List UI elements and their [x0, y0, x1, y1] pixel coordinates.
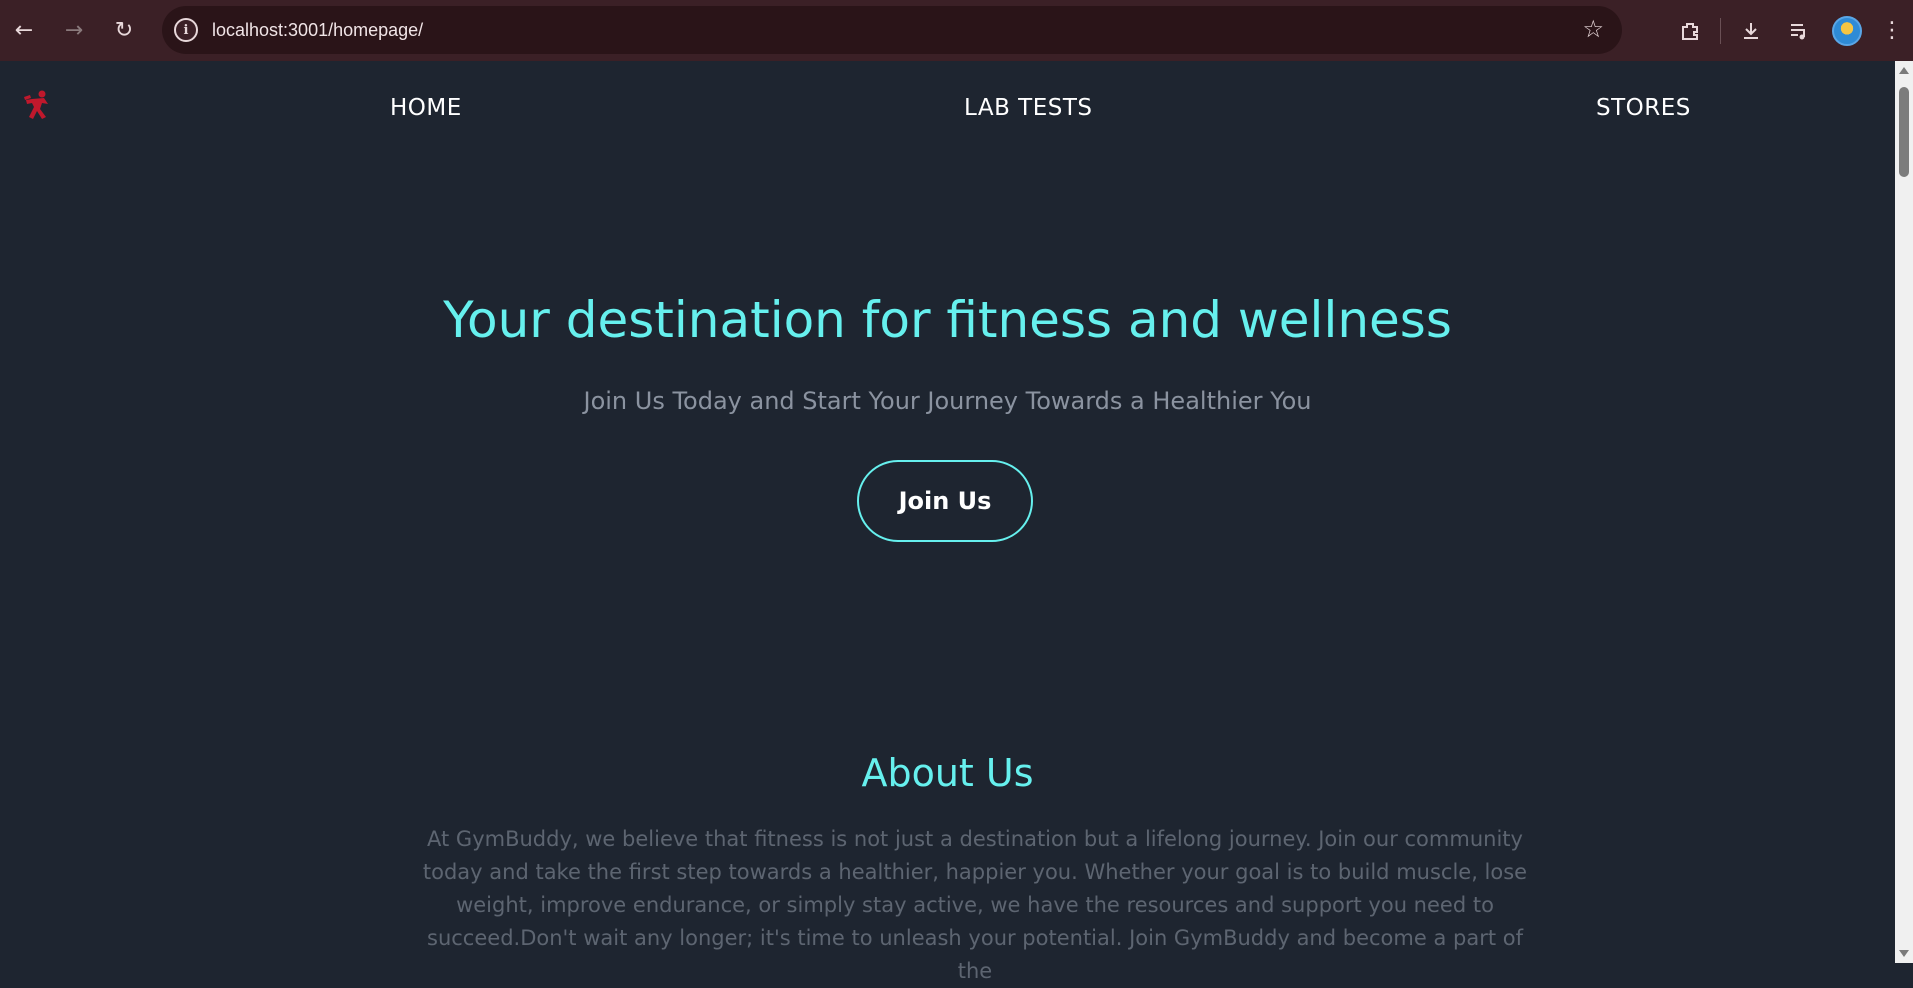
main-nav: HOME LAB TESTS STORES: [0, 95, 1895, 125]
reload-icon[interactable]: ↻: [104, 10, 144, 50]
profile-avatar-icon[interactable]: [1823, 7, 1871, 55]
hero-title: Your destination for fitness and wellnes…: [443, 291, 1452, 349]
extensions-icon[interactable]: [1666, 7, 1714, 55]
about-title: About Us: [861, 751, 1034, 795]
page-content: HOME LAB TESTS STORES Your destination f…: [0, 61, 1895, 983]
toolbar-separator: [1720, 17, 1721, 44]
bookmark-star-icon[interactable]: ☆: [1582, 15, 1604, 43]
address-bar[interactable]: i localhost:3001/homepage/ ☆: [162, 6, 1622, 54]
media-queue-icon[interactable]: [1775, 7, 1823, 55]
join-us-button[interactable]: Join Us: [857, 460, 1033, 542]
menu-kebab-icon[interactable]: ⋮: [1871, 7, 1913, 55]
back-arrow-icon[interactable]: ←: [4, 10, 44, 50]
page-scrollbar[interactable]: [1895, 61, 1913, 963]
site-info-icon[interactable]: i: [174, 18, 198, 42]
url-text[interactable]: localhost:3001/homepage/: [212, 20, 423, 41]
hero-subtitle: Join Us Today and Start Your Journey Tow…: [583, 387, 1312, 415]
nav-item-stores[interactable]: STORES: [1596, 95, 1691, 121]
download-icon[interactable]: [1727, 7, 1775, 55]
nav-item-home[interactable]: HOME: [390, 95, 462, 121]
scroll-thumb[interactable]: [1899, 87, 1909, 177]
scroll-up-icon[interactable]: [1899, 67, 1909, 74]
nav-item-lab-tests[interactable]: LAB TESTS: [964, 95, 1093, 121]
browser-toolbar: ← → ↻ i localhost:3001/homepage/ ☆ ⋮: [0, 0, 1913, 61]
scroll-down-icon[interactable]: [1899, 950, 1909, 957]
about-text: At GymBuddy, we believe that fitness is …: [422, 827, 1528, 983]
forward-arrow-icon[interactable]: →: [54, 10, 94, 50]
